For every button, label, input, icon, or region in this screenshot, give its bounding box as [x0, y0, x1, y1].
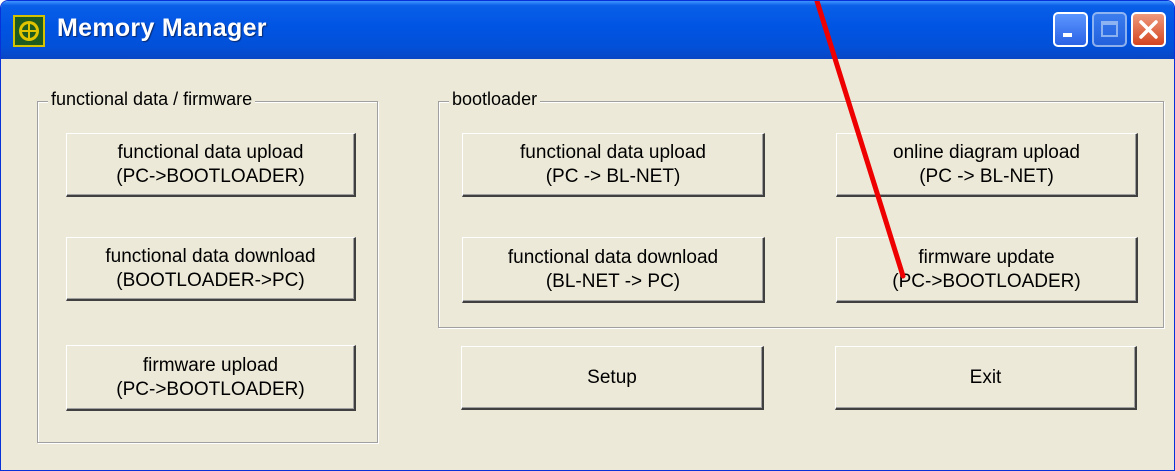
button-line-1: functional data upload [117, 141, 304, 163]
setup-label: Setup [587, 366, 637, 388]
firmware-update-button[interactable]: firmware update (PC->BOOTLOADER) [836, 237, 1138, 303]
minimize-button[interactable] [1053, 12, 1088, 47]
button-line-1: firmware upload [142, 354, 279, 376]
close-button[interactable] [1131, 12, 1166, 47]
close-icon [1139, 20, 1158, 39]
window-title: Memory Manager [57, 14, 267, 42]
exit-label: Exit [969, 366, 1002, 388]
bl-functional-data-download-button[interactable]: functional data download (BL-NET -> PC) [462, 237, 765, 303]
button-line-2: (BL-NET -> PC) [545, 270, 681, 292]
button-line-1: firmware update [918, 246, 1055, 268]
memory-manager-window: Memory Manager functional data / firmwar… [0, 0, 1175, 471]
bootloader-group-label: bootloader [449, 89, 541, 110]
button-line-1: functional data download [507, 246, 719, 268]
button-line-2: (PC -> BL-NET) [545, 165, 681, 187]
functional-data-download-button[interactable]: functional data download (BOOTLOADER->PC… [66, 237, 356, 301]
functional-data-upload-button[interactable]: functional data upload (PC->BOOTLOADER) [66, 133, 356, 197]
maximize-icon [1101, 21, 1118, 37]
button-line-1: functional data download [105, 245, 316, 267]
app-icon[interactable] [13, 15, 45, 47]
button-line-2: (PC -> BL-NET) [919, 165, 1054, 187]
firmware-group: functional data / firmware functional da… [37, 89, 378, 443]
title-bar[interactable]: Memory Manager [1, 1, 1174, 59]
bootloader-group: bootloader functional data upload (PC ->… [438, 89, 1164, 328]
minimize-icon [1063, 33, 1072, 37]
button-line-2: (BOOTLOADER->PC) [116, 269, 305, 291]
online-diagram-upload-button[interactable]: online diagram upload (PC -> BL-NET) [836, 133, 1138, 197]
setup-button[interactable]: Setup [461, 346, 764, 410]
button-line-1: functional data upload [520, 141, 706, 163]
exit-button[interactable]: Exit [835, 346, 1137, 410]
maximize-button [1092, 12, 1127, 47]
bl-functional-data-upload-button[interactable]: functional data upload (PC -> BL-NET) [462, 133, 765, 197]
firmware-group-label: functional data / firmware [48, 89, 256, 110]
dialog-client-area: functional data / firmware functional da… [9, 59, 1166, 470]
button-line-2: (PC->BOOTLOADER) [116, 165, 305, 187]
button-line-2: (PC->BOOTLOADER) [116, 378, 305, 400]
firmware-upload-button[interactable]: firmware upload (PC->BOOTLOADER) [66, 345, 356, 411]
button-line-2: (PC->BOOTLOADER) [892, 270, 1081, 292]
button-line-1: online diagram upload [893, 141, 1080, 163]
